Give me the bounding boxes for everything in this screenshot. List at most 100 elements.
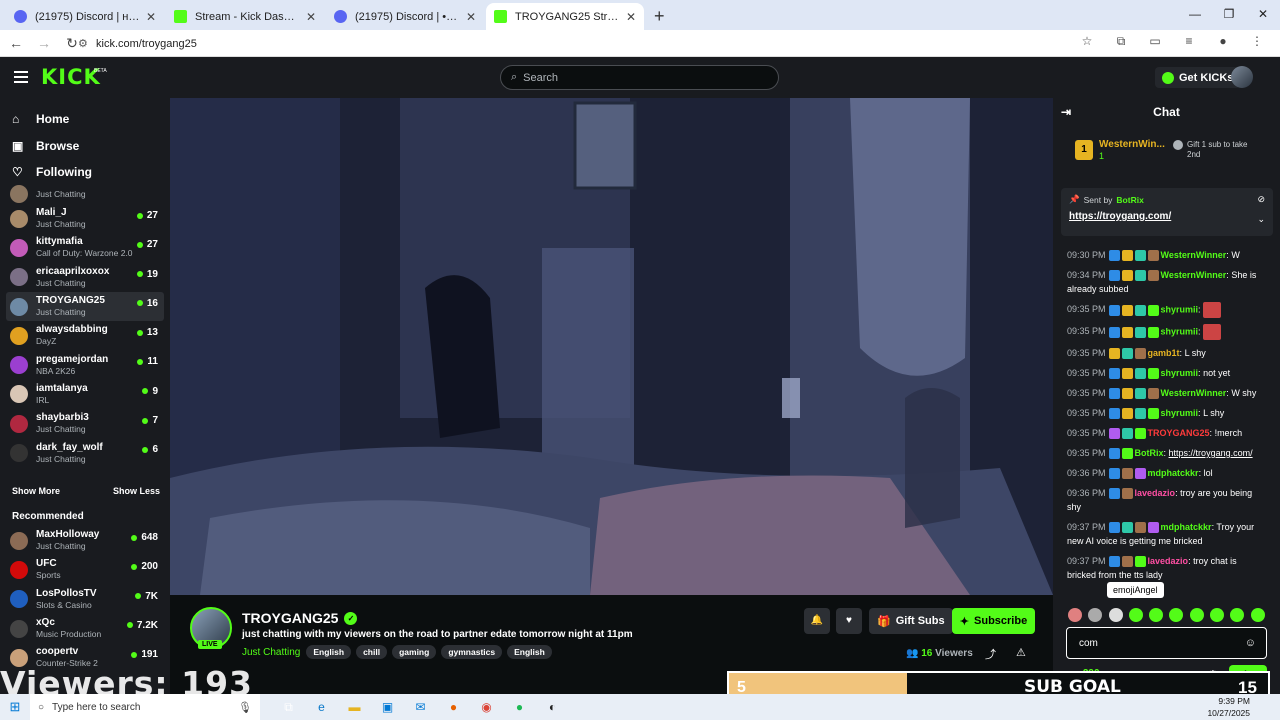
minimize-icon[interactable]: — — [1178, 0, 1212, 28]
edge-icon[interactable]: e — [305, 694, 338, 720]
close-icon[interactable]: ✕ — [626, 10, 636, 24]
get-kicks-button[interactable]: Get KICKs — [1155, 67, 1241, 88]
recommended-item[interactable]: MaxHolloway Just Chatting 648 — [0, 526, 170, 555]
tag[interactable]: English — [306, 645, 352, 659]
recommended-item[interactable]: LosPollosTV Slots & Casino 7K — [0, 585, 170, 614]
show-more-button[interactable]: Show More — [12, 486, 60, 496]
extensions-icon[interactable]: ⧉ — [1104, 34, 1138, 49]
obs-icon[interactable]: ◐ — [536, 694, 569, 720]
following-item[interactable]: kittymafia Call of Duty: Warzone 2.0 27 — [0, 233, 170, 262]
sidebar-item-following[interactable]: ♡ Following — [0, 159, 170, 186]
emote-icon[interactable] — [1189, 608, 1204, 622]
notification-bell-button[interactable]: 🔔 — [804, 608, 830, 634]
store-icon[interactable]: ▣ — [371, 694, 404, 720]
windows-start-icon[interactable]: ⊞ — [0, 699, 30, 715]
browser-tab-2[interactable]: Stream - Kick Dashboard ✕ — [166, 3, 324, 30]
recommended-item[interactable]: UFC Sports 200 — [0, 555, 170, 584]
video-player[interactable] — [170, 98, 1053, 595]
hamburger-menu-icon[interactable] — [14, 71, 28, 83]
browser-tab-4[interactable]: TROYGANG25 Stream - Watch ... ✕ — [486, 3, 644, 30]
message-username[interactable]: WesternWinner — [1161, 250, 1227, 260]
message-username[interactable]: WesternWinner — [1161, 270, 1227, 280]
taskbar-search[interactable]: ○ Type here to search 🎙 — [30, 694, 260, 720]
category-link[interactable]: Just Chatting — [242, 647, 300, 658]
browser-tab-1[interactable]: (21975) Discord | ʜᴇᴀᴠʏ | Walki... ✕ — [6, 3, 164, 30]
tag[interactable]: English — [507, 645, 552, 659]
following-item[interactable]: Mali_J Just Chatting 27 — [0, 204, 170, 233]
taskbar-clock[interactable]: 9:39 PM 10/27/2025 — [1207, 695, 1250, 719]
emote-icon[interactable] — [1210, 608, 1225, 622]
tag[interactable]: gaming — [392, 645, 437, 659]
media-icon[interactable]: ≡ — [1172, 34, 1206, 49]
emote-icon[interactable] — [1230, 608, 1245, 622]
collapse-chat-icon[interactable]: ⇥ — [1061, 105, 1071, 119]
mic-icon[interactable]: 🎙 — [238, 701, 252, 714]
close-icon[interactable]: ✕ — [146, 10, 156, 24]
emote-icon[interactable] — [1149, 608, 1164, 622]
message-username[interactable]: shyrumii — [1161, 368, 1199, 378]
unpin-icon[interactable]: ⊘ — [1257, 194, 1265, 205]
emote-icon[interactable] — [1108, 608, 1123, 622]
spotify-icon[interactable]: ● — [503, 694, 536, 720]
back-icon[interactable]: ← — [4, 35, 28, 51]
restore-icon[interactable]: ❐ — [1212, 0, 1246, 28]
search-input[interactable]: ⌕ Search — [500, 65, 779, 90]
following-item-partial[interactable]: Just Chatting — [0, 184, 170, 204]
emote-icon[interactable] — [1250, 608, 1265, 622]
profile-icon[interactable]: ● — [1206, 34, 1240, 49]
menu-icon[interactable]: ⋮ — [1240, 34, 1274, 49]
following-item[interactable]: pregamejordan NBA 2K26 11 — [0, 350, 170, 379]
message-username[interactable]: shyrumii — [1161, 326, 1199, 336]
following-item[interactable]: alwaysdabbing DayZ 13 — [0, 321, 170, 350]
share-icon[interactable]: ⤴ — [985, 646, 996, 662]
cast-icon[interactable]: ▭ — [1138, 34, 1172, 49]
show-less-button[interactable]: Show Less — [113, 486, 160, 496]
sidebar-item-browse[interactable]: ▣ Browse — [0, 133, 170, 160]
following-item-selected[interactable]: TROYGANG25 Just Chatting 16 — [6, 291, 164, 322]
emoji-picker-icon[interactable]: ☺ — [1245, 637, 1256, 649]
firefox-icon[interactable]: ● — [437, 694, 470, 720]
chat-input[interactable]: com ☺ — [1066, 627, 1267, 659]
browser-tab-3[interactable]: (21975) Discord | • VC 1 | S... ✕ — [326, 3, 484, 30]
following-item[interactable]: ericaaprilxoxox Just Chatting 19 — [0, 263, 170, 292]
following-item[interactable]: iamtalanya IRL 9 — [0, 380, 170, 409]
message-username[interactable]: gamb1t — [1148, 348, 1180, 358]
chrome-icon[interactable]: ◉ — [470, 694, 503, 720]
emote-icon[interactable] — [1203, 302, 1222, 318]
emote-icon[interactable] — [1203, 324, 1222, 340]
bookmark-star-icon[interactable]: ☆ — [1070, 34, 1104, 49]
emote-icon[interactable] — [1169, 608, 1184, 622]
subscribe-button[interactable]: ✦ Subscribe — [952, 608, 1035, 634]
emote-icon[interactable] — [1088, 608, 1103, 622]
tag[interactable]: gymnastics — [441, 645, 503, 659]
message-username[interactable]: shyrumii — [1161, 408, 1199, 418]
close-icon[interactable]: ✕ — [306, 10, 316, 24]
following-item[interactable]: shaybarbi3 Just Chatting 7 — [0, 409, 170, 438]
emote-icon[interactable] — [1068, 608, 1082, 622]
gifter-name[interactable]: WesternWin... — [1099, 139, 1165, 151]
message-username[interactable]: mdphatckkr — [1161, 522, 1212, 532]
follow-button[interactable]: ♥ — [836, 608, 862, 634]
task-view-icon[interactable]: ⧉ — [272, 694, 305, 720]
close-icon[interactable]: ✕ — [466, 10, 476, 24]
message-username[interactable]: shyrumii — [1161, 304, 1199, 314]
file-explorer-icon[interactable]: ▬ — [338, 694, 371, 720]
gift-prompt[interactable]: Gift 1 sub to take 2nd — [1173, 140, 1261, 160]
message-username[interactable]: mdphatckkr — [1148, 468, 1199, 478]
new-tab-button[interactable]: + — [654, 3, 665, 30]
mail-icon[interactable]: ✉ — [404, 694, 437, 720]
following-item[interactable]: dark_fay_wolf Just Chatting 6 — [0, 438, 170, 467]
message-username[interactable]: lavedazio — [1135, 488, 1176, 498]
message-username[interactable]: BotRix — [1135, 448, 1164, 458]
pinned-link[interactable]: https://troygang.com/ — [1069, 211, 1265, 222]
tag[interactable]: chill — [356, 645, 388, 659]
message-username[interactable]: TROYGANG25 — [1148, 428, 1210, 438]
emote-icon[interactable] — [1128, 608, 1143, 622]
forward-icon[interactable]: → — [32, 35, 56, 51]
close-window-icon[interactable]: ✕ — [1246, 0, 1280, 28]
recommended-item[interactable]: xQc Music Production 7.2K — [0, 614, 170, 643]
kick-logo[interactable]: KICK — [41, 65, 101, 89]
sidebar-item-home[interactable]: ⌂ Home — [0, 106, 170, 133]
channel-name[interactable]: TROYGANG25 ✓ — [242, 610, 358, 626]
chevron-down-icon[interactable]: ⌄ — [1257, 214, 1265, 225]
